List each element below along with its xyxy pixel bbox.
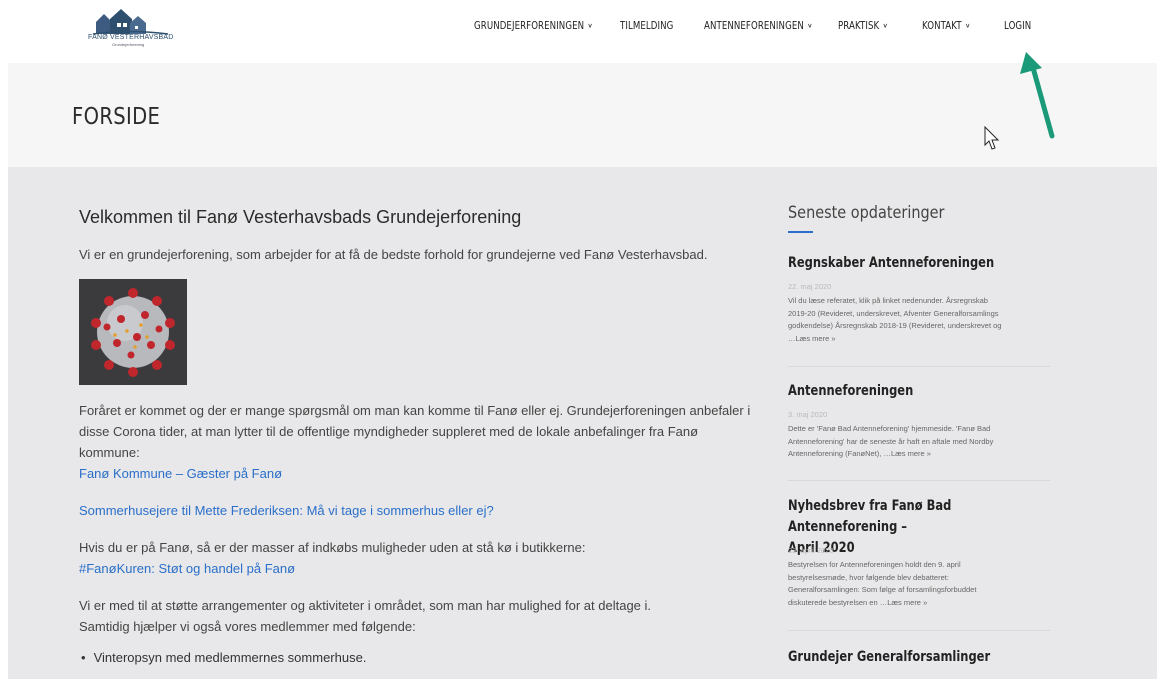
- chevron-down-icon: ∨: [964, 22, 971, 30]
- welcome-heading: Velkommen til Fanø Vesterhavsbads Grunde…: [79, 207, 522, 227]
- post-date: 22. maj 2020: [788, 282, 832, 291]
- sidebar-heading: Seneste opdateringer: [788, 203, 945, 223]
- houses-logo-icon: [92, 9, 169, 35]
- logo-subtext: Grundejerforening: [112, 42, 145, 47]
- coronavirus-illustration: [79, 279, 187, 385]
- nav-item-tilmelding[interactable]: TILMELDING: [620, 20, 689, 32]
- post-title-line: Nyhedsbrev fra Fanø Bad Antenneforening …: [788, 498, 952, 535]
- chevron-down-icon: ∨: [807, 22, 813, 30]
- excerpt-line: Bestyrelsen for Antenneforeningen holdt …: [788, 560, 961, 569]
- para3-line2: Samtidig hjælper vi også vores medlemmer…: [79, 619, 416, 634]
- main-nav: GRUNDEJERFORENINGEN ∨ TILMELDING ANTENNEFOR…: [474, 20, 1040, 32]
- para1-line2: disse Corona tider, at man lytter til de…: [79, 424, 699, 439]
- para1-line3: kommune:: [79, 445, 140, 460]
- site-header: FANØ VESTERHAVSBAD Grundejerforening GRU…: [0, 0, 1165, 63]
- post-excerpt: Dette er 'Fanø Bad Antenneforening' hjem…: [788, 423, 1050, 461]
- nav-item-label: KONTAKT: [922, 20, 962, 32]
- link-fanokuren[interactable]: #FanøKuren: Støt og handel på Fanø: [79, 561, 295, 576]
- excerpt-line: 2019-20 (Revideret, underskrevet, Afvent…: [788, 308, 999, 318]
- chevron-down-icon: ∨: [882, 22, 889, 30]
- nav-item-kontakt[interactable]: KONTAKT ∨: [922, 20, 989, 32]
- read-more-link[interactable]: diskuterede bestyrelsen en …Læs mere »: [788, 597, 1050, 610]
- post-divider: [788, 480, 1050, 481]
- post-title-regnskaber[interactable]: Regnskaber Antenneforeningen: [788, 253, 1050, 274]
- excerpt-line: Vil du læse referatet, klik på linket ne…: [788, 296, 988, 305]
- annotation-arrow-icon: [1020, 52, 1055, 139]
- intro-text: Vi er en grundejerforening, som arbejder…: [79, 247, 708, 262]
- post-divider: [788, 630, 1050, 631]
- excerpt-line: Dette er 'Fanø Bad Antenneforening' hjem…: [788, 424, 991, 433]
- nav-item-login[interactable]: LOGIN: [1004, 20, 1034, 32]
- logo-text: FANØ VESTERHAVSBAD: [88, 34, 174, 41]
- post-date: 3. maj 2020: [788, 410, 828, 419]
- read-more-link[interactable]: Antenneforening (FanøNet), …Læs mere »: [788, 448, 1050, 461]
- nav-item-label: TILMELDING: [620, 20, 674, 32]
- post-title-generalforsamlinger[interactable]: Grundejer Generalforsamlinger: [788, 647, 1050, 668]
- post-divider: [788, 366, 1050, 367]
- mouse-cursor-icon: [984, 126, 1000, 150]
- list-item: Vinteropsyn med medlemmernes sommerhuse.: [79, 650, 367, 665]
- nav-item-label: ANTENNEFORENINGEN: [704, 20, 804, 32]
- excerpt-line: godkendelse) Årsregnskab 2018-19 (Revide…: [788, 321, 1002, 330]
- para3-line1: Vi er med til at støtte arrangementer og…: [79, 598, 652, 613]
- nav-item-label: GRUNDEJERFORENINGEN: [474, 20, 585, 32]
- nav-item-praktisk[interactable]: PRAKTISK ∨: [838, 20, 907, 32]
- para2-text: Hvis du er på Fanø, så er der masser af …: [79, 540, 586, 555]
- page-margin-left: [0, 63, 8, 679]
- link-sommerhusejere[interactable]: Sommerhusejere til Mette Frederiksen: Må…: [79, 503, 494, 518]
- nav-item-grundejerforeningen[interactable]: GRUNDEJERFORENINGEN ∨: [474, 20, 594, 32]
- coronavirus-image: [79, 279, 187, 385]
- post-excerpt: Bestyrelsen for Antenneforeningen holdt …: [788, 559, 1050, 609]
- post-date: 23. april 2020: [788, 546, 834, 555]
- post-excerpt: Vil du læse referatet, klik på linket ne…: [788, 295, 1050, 345]
- nav-item-label: LOGIN: [1004, 20, 1032, 32]
- para1-line1: Foråret er kommet og der er mange spørgs…: [79, 403, 751, 418]
- chevron-down-icon: ∨: [587, 22, 593, 30]
- read-more-link[interactable]: …Læs mere »: [788, 333, 1050, 346]
- sidebar-heading-underline: [788, 231, 813, 233]
- excerpt-line: bestyrelsesmøde, hvor følgende blev deba…: [788, 572, 949, 582]
- page-title: FORSIDE: [72, 104, 161, 130]
- post-title-antenneforeningen[interactable]: Antenneforeningen: [788, 381, 1050, 402]
- nav-item-label: PRAKTISK: [838, 20, 880, 32]
- link-fano-kommune[interactable]: Fanø Kommune – Gæster på Fanø: [79, 466, 282, 481]
- excerpt-line: Antenneforening' har de seneste år haft …: [788, 436, 994, 446]
- page-margin-right: [1157, 63, 1165, 679]
- excerpt-line: Generalforsamlingen: Som følge af forsam…: [788, 585, 977, 594]
- services-list: Vinteropsyn med medlemmernes sommerhuse.: [79, 650, 367, 665]
- nav-item-antenneforeningen[interactable]: ANTENNEFORENINGEN ∨: [704, 20, 814, 32]
